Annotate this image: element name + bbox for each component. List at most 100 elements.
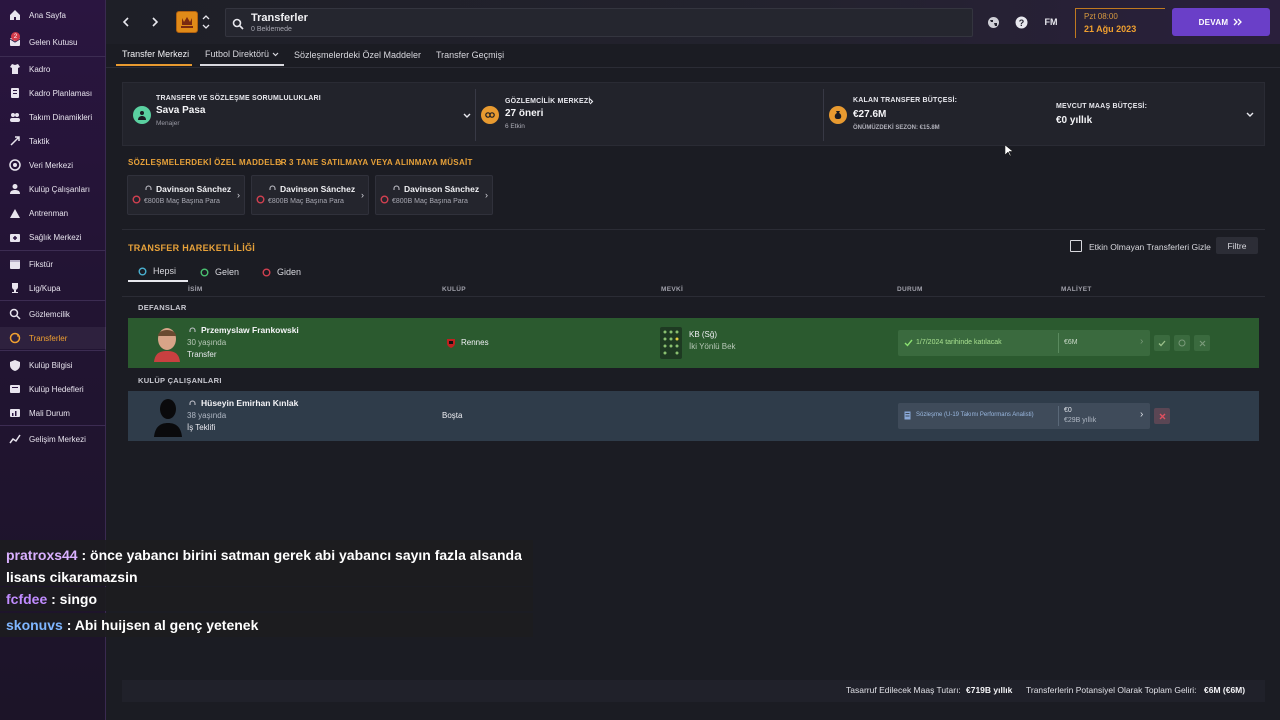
responsibilities-block[interactable]: TRANSFER VE SÖZLEŞME SORUMLULUKLARI Sava… (123, 83, 475, 147)
sidebar-item-staff[interactable]: Kulüp Çalışanları (0, 178, 106, 200)
app-root: Ana Sayfa 2 Gelen Kutusu Kadro Kadro Pla… (0, 0, 1280, 720)
mouse-cursor (1005, 145, 1013, 157)
hide-inactive-checkbox[interactable] (1070, 240, 1082, 252)
summary-footer: Tasarruf Edilecek Maaş Tutarı: €719B yıl… (122, 680, 1265, 702)
continue-button[interactable]: DEVAM (1172, 8, 1270, 36)
tab-contract-clauses[interactable]: Sözleşmelerdeki Özel Maddeler (294, 44, 421, 66)
sidebar-item-medical[interactable]: Sağlık Merkezi (0, 226, 106, 248)
pending-count: 0 Beklemede (251, 26, 292, 33)
withdraw-offer-button[interactable] (1154, 408, 1170, 424)
scouting-block[interactable]: GÖZLEMCİLİK MERKEZİ 27 öneri 6 Etkin (476, 83, 821, 147)
chevron-right-icon: › (361, 190, 364, 200)
outgoing-icon (262, 268, 271, 276)
shirt-icon (8, 62, 22, 76)
offer-status[interactable]: Sözleşme (U-19 Takımı Performans Analist… (898, 403, 1150, 429)
calendar-icon (8, 257, 22, 271)
inbox-icon: 2 (8, 32, 22, 49)
clause-card[interactable]: Davinson Sánchez €800B Maç Başına Para › (251, 175, 369, 215)
chat-message: skonuvs : Abi huijsen al genç yetenek (0, 613, 533, 637)
club-badge[interactable] (176, 11, 198, 33)
money-bag-icon (829, 106, 847, 124)
col-cost[interactable]: MALİYET (1061, 286, 1092, 293)
sidebar-item-inbox[interactable]: 2 Gelen Kutusu (0, 31, 106, 53)
sidebar-item-scouting[interactable]: Gözlemcilik (0, 303, 106, 325)
chevron-right-icon (589, 98, 594, 105)
negotiate-button[interactable] (1174, 335, 1190, 351)
table-row[interactable]: Przemyslaw Frankowski 30 yaşında Transfe… (128, 318, 1259, 368)
divider (1058, 406, 1059, 426)
medical-icon (8, 230, 22, 244)
chat-username: fcfdee (6, 591, 48, 607)
sidebar-item-home[interactable]: Ana Sayfa (0, 4, 106, 26)
tactics-icon (8, 134, 22, 148)
sidebar-item-transfers[interactable]: Transferler (0, 327, 106, 349)
headset-icon (189, 327, 196, 332)
headset-icon (145, 185, 152, 190)
clauses-title[interactable]: SÖZLEŞMELERDEKİ ÖZEL MADDELER (128, 158, 287, 167)
tab-transfer-centre[interactable]: Transfer Merkezi (116, 44, 192, 66)
contract-icon (904, 411, 911, 420)
subtab-outgoing[interactable]: Giden (262, 262, 301, 282)
data-icon (8, 158, 22, 172)
filter-button[interactable]: Filtre (1216, 237, 1258, 254)
clause-card[interactable]: Davinson Sánchez €800B Maç Başına Para › (127, 175, 245, 215)
activity-title: TRANSFER HAREKETLİLİĞİ (128, 243, 256, 253)
fm-menu-button[interactable]: FM (1041, 14, 1061, 30)
chat-text: lisans cikaramazsin (6, 569, 138, 585)
sidebar-item-training[interactable]: Antrenman (0, 202, 106, 224)
col-name[interactable]: İSİM (188, 286, 203, 293)
chevron-right-icon: › (1140, 336, 1144, 347)
chevron-right-icon (278, 159, 283, 166)
search-icon (232, 17, 244, 35)
chat-message: fcfdee : singo (0, 587, 533, 611)
tab-transfer-history[interactable]: Transfer Geçmişi (436, 44, 504, 66)
club-crest-icon (181, 17, 193, 28)
sidebar-item-tactics[interactable]: Taktik (0, 130, 106, 152)
sidebar-item-team-dynamics[interactable]: Takım Dinamikleri (0, 106, 106, 128)
subtab-all[interactable]: Hepsi (128, 262, 188, 282)
back-button[interactable] (118, 12, 134, 32)
all-transfers-icon (138, 267, 147, 275)
subtab-incoming[interactable]: Gelen (200, 262, 239, 282)
sidebar-item-squad-planner[interactable]: Kadro Planlaması (0, 82, 106, 104)
chevron-right-icon: › (485, 190, 488, 200)
cancel-button[interactable] (1194, 335, 1210, 351)
sidebar-item-finances[interactable]: Mali Durum (0, 402, 106, 424)
player-avatar (154, 328, 180, 362)
col-position[interactable]: MEVKİ (661, 286, 683, 293)
sidebar-item-data-hub[interactable]: Veri Merkezi (0, 154, 106, 176)
help-icon[interactable]: ? (1013, 14, 1029, 30)
col-club[interactable]: KULÜP (442, 286, 466, 293)
page-title-search[interactable]: Transferler 0 Beklemede (225, 8, 973, 37)
double-chevron-right-icon (1233, 18, 1243, 26)
club-switch-arrows[interactable] (202, 12, 210, 32)
sidebar-item-club-info[interactable]: Kulüp Bilgisi (0, 354, 106, 376)
clock-icon (1178, 339, 1186, 347)
accept-button[interactable] (1154, 335, 1170, 351)
chat-text: : singo (51, 591, 98, 607)
tab-director-of-football[interactable]: Futbol Direktörü (200, 44, 284, 66)
col-status[interactable]: DURUM (897, 286, 923, 293)
sidebar-item-squad[interactable]: Kadro (0, 58, 106, 80)
divider (122, 229, 1265, 230)
headset-icon (189, 400, 196, 405)
clause-card[interactable]: Davinson Sánchez €800B Maç Başına Para › (375, 175, 493, 215)
scouting-icon (8, 307, 22, 321)
world-icon[interactable] (985, 14, 1001, 30)
wage-budget-block[interactable]: MEVCUT MAAŞ BÜTÇESİ: €0 yıllık (1044, 83, 1266, 147)
transfer-status[interactable]: 1/7/2024 tarihinde katılacak €6M › (898, 330, 1150, 356)
sidebar-item-club-vision[interactable]: Kulüp Hedefleri (0, 378, 106, 400)
page-title: Transferler (251, 12, 308, 24)
sidebar-divider (0, 350, 106, 351)
forward-button[interactable] (147, 12, 163, 32)
close-icon (1159, 413, 1165, 419)
top-bar: Transferler 0 Beklemede ? FM Pzt 08:00 2… (106, 0, 1280, 44)
sidebar-item-competitions[interactable]: Lig/Kupa (0, 277, 106, 299)
pitch-position-icon (660, 327, 682, 359)
sidebar-item-dev-centre[interactable]: Gelişim Merkezi (0, 428, 106, 450)
divider (1058, 333, 1059, 353)
headset-icon (269, 185, 276, 190)
chat-message: pratroxs44 : önce yabancı birini satman … (0, 540, 533, 586)
sidebar-item-fixtures[interactable]: Fikstür (0, 253, 106, 275)
table-row[interactable]: Hüseyin Emirhan Kınlak 38 yaşında İş Tek… (128, 391, 1259, 441)
